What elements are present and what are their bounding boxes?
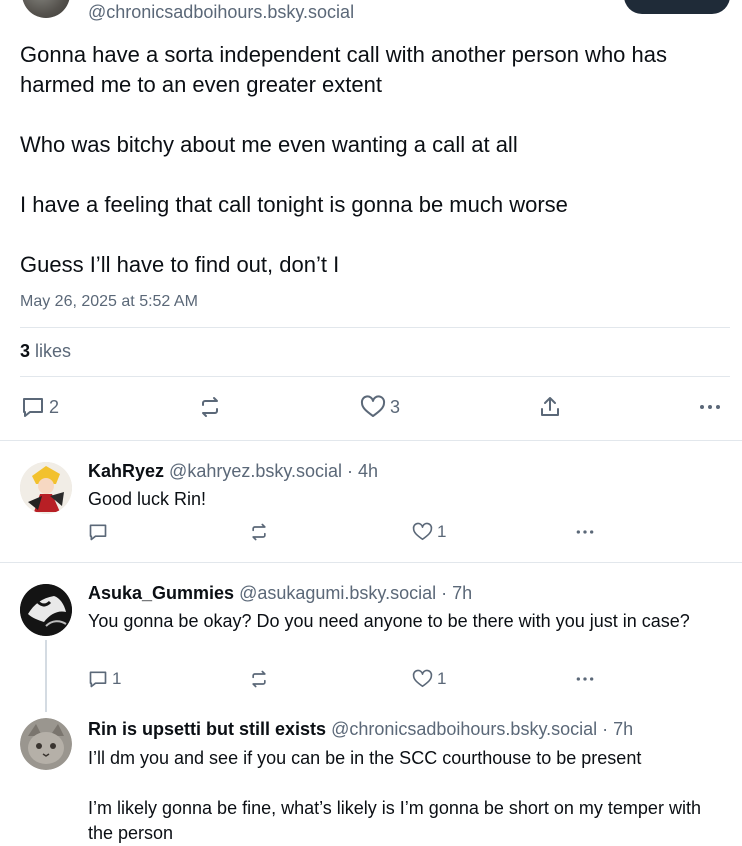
reply-text: Good luck Rin! (88, 487, 718, 512)
reply-button[interactable]: 1 (88, 669, 121, 689)
author-handle[interactable]: @chronicsadboihours.bsky.social (88, 2, 354, 23)
likes-count: 3 (20, 341, 31, 361)
more-options-button[interactable] (574, 522, 596, 542)
repost-button[interactable] (198, 395, 222, 419)
likes-summary[interactable]: 3 likes (20, 341, 71, 362)
speech-bubble-icon (88, 669, 108, 689)
speech-bubble-icon (21, 395, 45, 419)
repost-button[interactable] (249, 522, 269, 542)
post-timestamp: May 26, 2025 at 5:52 AM (20, 293, 198, 310)
reply-paragraph: I’ll dm you and see if you can be in the… (88, 748, 642, 768)
handle-time[interactable]: @asukagumi.bsky.social · 7h (239, 583, 472, 603)
more-options-button[interactable] (698, 395, 722, 419)
repost-arrows-icon (249, 669, 269, 689)
repost-arrows-icon (198, 395, 222, 419)
post-paragraph: Gonna have a sorta independent call with… (20, 42, 667, 97)
display-name[interactable]: Rin is upsetti but still exists (88, 719, 326, 739)
divider (20, 376, 730, 377)
reply-paragraph: You gonna be okay? Do you need anyone to… (88, 611, 690, 631)
reply-button[interactable]: 2 (21, 395, 59, 419)
more-options-button[interactable] (574, 669, 596, 689)
ellipsis-icon (574, 522, 596, 542)
reply-text: I’ll dm you and see if you can be in the… (88, 746, 718, 846)
follow-button[interactable] (624, 0, 730, 14)
post-paragraph: Guess I’ll have to find out, don’t I (20, 252, 340, 277)
divider (0, 562, 742, 563)
post-paragraph: I have a feeling that call tonight is go… (20, 192, 568, 217)
handle-time[interactable]: @chronicsadboihours.bsky.social · 7h (331, 719, 633, 739)
speech-bubble-icon (88, 522, 108, 542)
like-button[interactable]: 3 (360, 395, 400, 419)
avatar[interactable] (20, 462, 72, 514)
divider (20, 327, 730, 328)
like-count: 3 (390, 396, 401, 417)
divider (0, 440, 742, 441)
display-name[interactable]: KahRyez (88, 461, 164, 481)
display-name[interactable]: Asuka_Gummies (88, 583, 234, 603)
reply-count: 1 (112, 669, 122, 688)
avatar[interactable] (20, 718, 72, 770)
reply-text: You gonna be okay? Do you need anyone to… (88, 609, 718, 634)
avatar[interactable] (20, 584, 72, 636)
like-count: 1 (437, 522, 447, 541)
share-button[interactable] (538, 395, 562, 419)
reply-count: 2 (49, 396, 60, 417)
like-button[interactable]: 1 (412, 522, 446, 542)
reply-author-line: Asuka_Gummies @asukagumi.bsky.social · 7… (88, 583, 472, 604)
likes-label: likes (35, 341, 72, 361)
reply-paragraph: I’m likely gonna be fine, what’s likely … (88, 798, 701, 843)
reply-paragraph: Good luck Rin! (88, 489, 207, 509)
post-paragraph: Who was bitchy about me even wanting a c… (20, 132, 518, 157)
heart-icon (360, 395, 386, 419)
reply-button[interactable] (88, 522, 108, 542)
share-icon (538, 395, 562, 419)
author-avatar[interactable] (22, 0, 70, 18)
reply-author-line: Rin is upsetti but still exists @chronic… (88, 719, 633, 740)
ellipsis-icon (698, 395, 722, 419)
ellipsis-icon (574, 669, 596, 689)
like-count: 1 (437, 669, 447, 688)
handle-time[interactable]: @kahryez.bsky.social · 4h (169, 461, 378, 481)
repost-button[interactable] (249, 669, 269, 689)
repost-arrows-icon (249, 522, 269, 542)
heart-icon (412, 522, 433, 542)
reply-author-line: KahRyez @kahryez.bsky.social · 4h (88, 461, 378, 482)
post-body: Gonna have a sorta independent call with… (20, 40, 720, 280)
thread-connector (45, 640, 47, 712)
like-button[interactable]: 1 (412, 669, 446, 689)
heart-icon (412, 669, 433, 689)
